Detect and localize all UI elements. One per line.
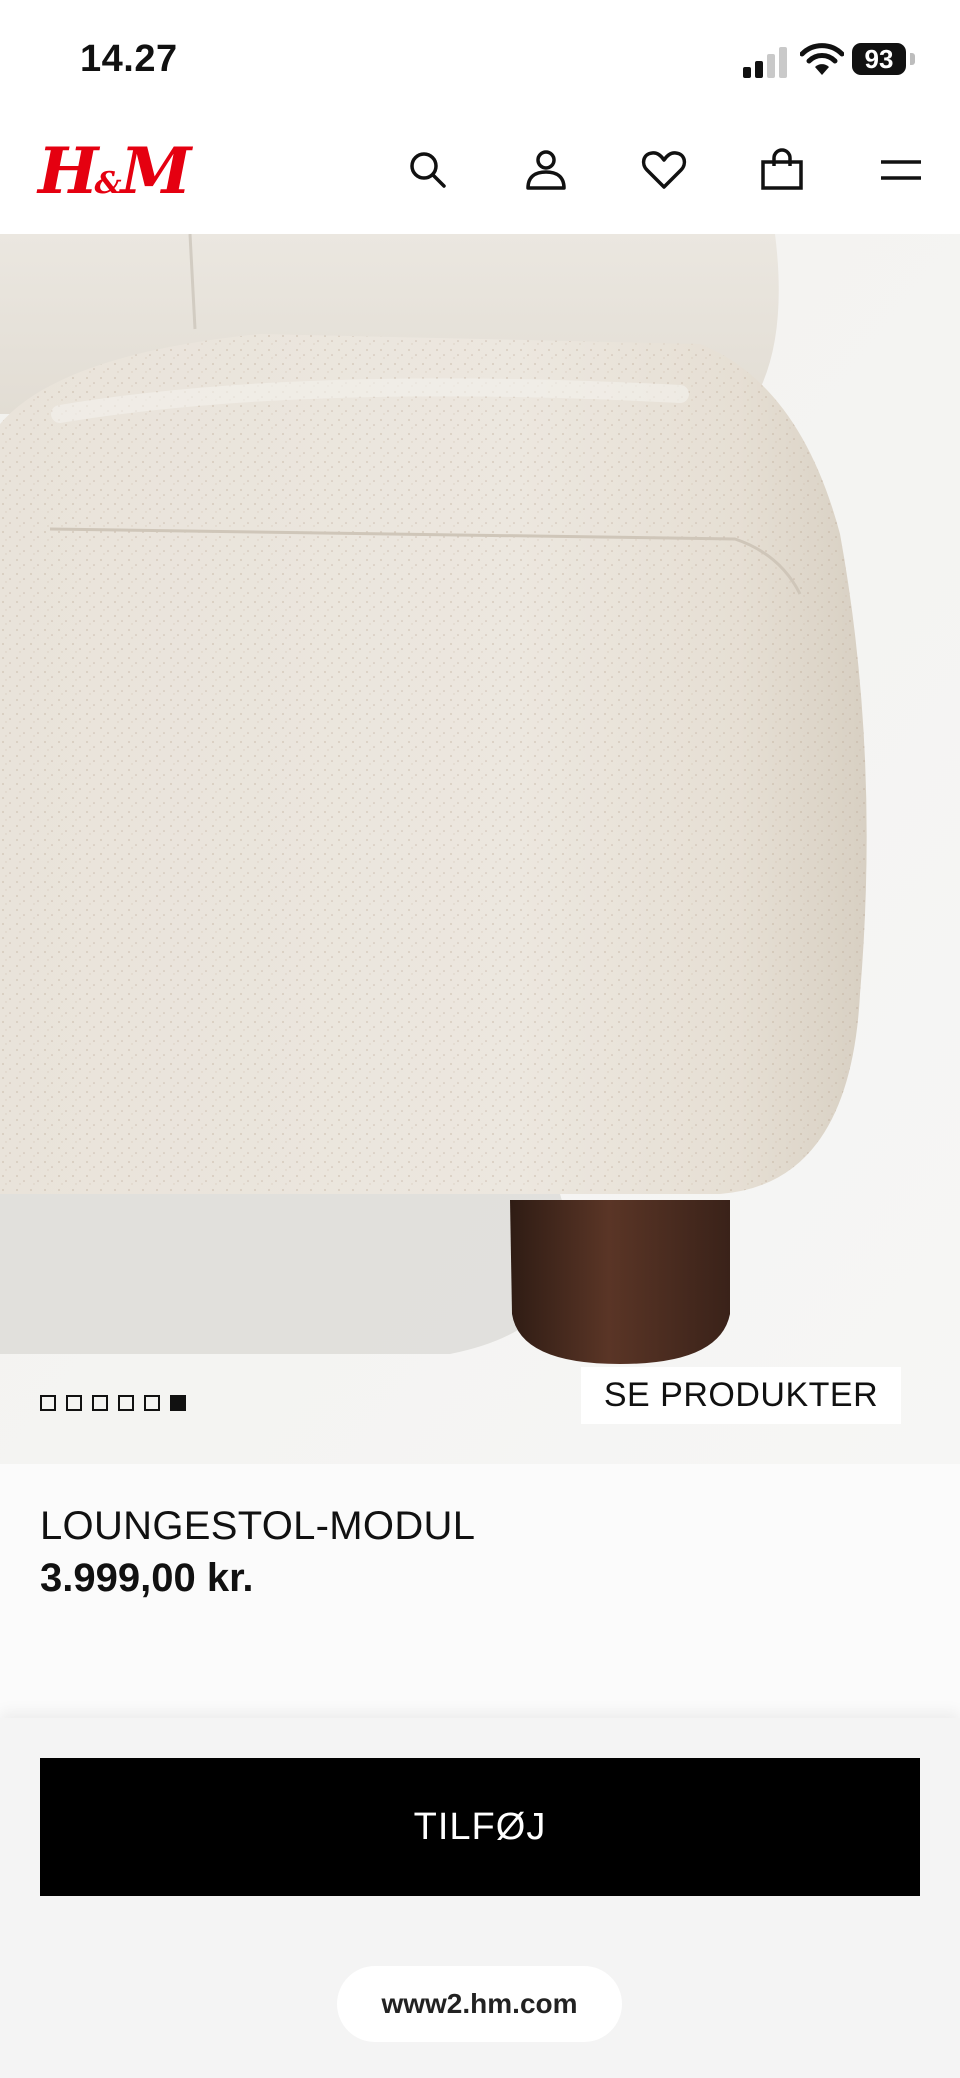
see-products-button[interactable]: SE PRODUKTER xyxy=(581,1367,901,1424)
menu-icon[interactable] xyxy=(877,146,925,194)
gallery-dot[interactable] xyxy=(92,1395,108,1411)
gallery-dot[interactable] xyxy=(144,1395,160,1411)
gallery-dot[interactable] xyxy=(40,1395,56,1411)
gallery-dot-active[interactable] xyxy=(170,1395,186,1411)
heart-icon[interactable] xyxy=(640,146,688,194)
add-to-bag-button[interactable]: TILFØJ xyxy=(40,1758,920,1896)
hm-logo[interactable]: H&M xyxy=(38,140,191,204)
wifi-icon xyxy=(800,43,844,75)
gallery-dot[interactable] xyxy=(118,1395,134,1411)
product-image[interactable] xyxy=(0,234,960,1464)
product-name[interactable]: LOUNGESTOL-MODUL xyxy=(40,1504,475,1549)
search-icon[interactable] xyxy=(404,146,452,194)
browser-url-bar[interactable]: www2.hm.com xyxy=(337,1966,622,2042)
gallery-dot[interactable] xyxy=(66,1395,82,1411)
status-time: 14.27 xyxy=(80,38,178,80)
battery-icon: 93 xyxy=(852,43,906,75)
shopping-bag-icon[interactable] xyxy=(758,146,806,194)
cellular-signal-icon xyxy=(743,44,787,78)
account-icon[interactable] xyxy=(522,146,570,194)
product-price: 3.999,00 kr. xyxy=(40,1556,254,1600)
armchair-photo xyxy=(0,234,960,1464)
gallery-pagination[interactable] xyxy=(40,1395,186,1415)
battery-tip xyxy=(910,53,915,65)
